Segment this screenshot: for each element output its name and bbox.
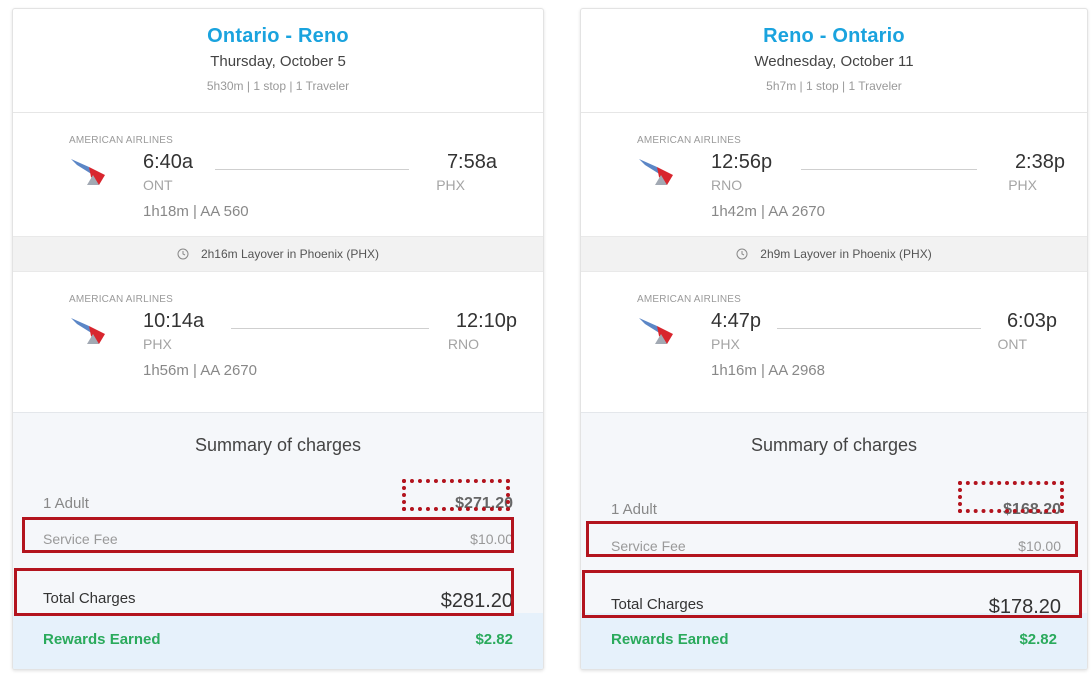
departure-time: 10:14a xyxy=(143,310,205,332)
arrival-airport: PHX xyxy=(436,177,465,193)
adult-fare-highlight xyxy=(958,481,1064,513)
departure-airport: RNO xyxy=(711,177,743,193)
american-airlines-logo-icon xyxy=(639,318,673,344)
summary-title: Summary of charges xyxy=(750,435,918,455)
rewards-label: Rewards Earned xyxy=(611,631,729,648)
american-airlines-logo-icon xyxy=(639,159,673,185)
route-line xyxy=(801,169,977,170)
trip-meta: 5h7m | 1 stop | 1 Traveler xyxy=(766,79,902,93)
adult-fare-label: 1 Adult xyxy=(43,495,89,512)
departure-airport: ONT xyxy=(143,177,173,193)
flight-details: 1h18m | AA 560 xyxy=(143,203,249,220)
rewards-label: Rewards Earned xyxy=(43,631,161,648)
flight-segment: AMERICAN AIRLINES 4:47p PHX 6:03p ONT 1h… xyxy=(581,272,1087,396)
departure-airport: PHX xyxy=(711,336,740,352)
total-charges-highlight xyxy=(14,568,514,616)
rewards-value: $2.82 xyxy=(475,631,513,648)
service-fee-highlight xyxy=(586,521,1078,557)
layover-text: 2h9m Layover in Phoenix (PHX) xyxy=(760,247,932,261)
layover-bar: 2h16m Layover in Phoenix (PHX) xyxy=(13,236,543,272)
flight-segment: AMERICAN AIRLINES 12:56p RNO 2:38p PHX 1… xyxy=(581,113,1087,236)
service-fee-highlight xyxy=(22,517,514,553)
arrival-airport: RNO xyxy=(447,336,479,352)
rewards-value: $2.82 xyxy=(1019,631,1057,648)
trip-date: Wednesday, October 11 xyxy=(754,53,914,70)
airline-name: AMERICAN AIRLINES xyxy=(637,135,741,146)
route-title: Reno - Ontario xyxy=(763,25,905,47)
arrival-time: 2:38p xyxy=(1014,151,1065,173)
arrival-airport: ONT xyxy=(997,336,1027,352)
departure-time: 12:56p xyxy=(711,151,773,173)
adult-fare-label: 1 Adult xyxy=(611,501,657,518)
route-title: Ontario - Reno xyxy=(207,25,349,47)
trip-date: Thursday, October 5 xyxy=(210,53,346,70)
departure-time: 4:47p xyxy=(711,310,762,332)
departure-airport: PHX xyxy=(143,336,172,352)
route-line xyxy=(777,328,981,329)
arrival-time: 12:10p xyxy=(455,310,517,332)
flight-segment: AMERICAN AIRLINES 6:40a ONT 7:58a PHX 1h… xyxy=(13,113,543,236)
clock-icon xyxy=(177,248,189,260)
arrival-time: 6:03p xyxy=(1006,310,1057,332)
american-airlines-logo-icon xyxy=(71,159,105,185)
airline-name: AMERICAN AIRLINES xyxy=(637,294,741,305)
route-line xyxy=(215,169,409,170)
total-charges-highlight xyxy=(582,570,1082,618)
american-airlines-logo-icon xyxy=(71,318,105,344)
airline-name: AMERICAN AIRLINES xyxy=(69,135,173,146)
clock-icon xyxy=(736,248,748,260)
trip-header: Reno - Ontario Wednesday, October 11 5h7… xyxy=(581,9,1087,113)
rewards-row: Rewards Earned $2.82 xyxy=(581,613,1087,669)
route-line xyxy=(231,328,429,329)
adult-fare-highlight xyxy=(402,479,510,511)
layover-bar: 2h9m Layover in Phoenix (PHX) xyxy=(581,236,1087,272)
rewards-row: Rewards Earned $2.82 xyxy=(13,613,543,669)
flight-details: 1h16m | AA 2968 xyxy=(711,362,825,379)
trip-meta: 5h30m | 1 stop | 1 Traveler xyxy=(206,79,350,93)
arrival-airport: PHX xyxy=(1008,177,1037,193)
layover-text: 2h16m Layover in Phoenix (PHX) xyxy=(200,247,380,261)
arrival-time: 7:58a xyxy=(446,151,497,173)
flight-segment: AMERICAN AIRLINES 10:14a PHX 12:10p RNO … xyxy=(13,272,543,396)
departure-time: 6:40a xyxy=(143,151,194,173)
flight-details: 1h42m | AA 2670 xyxy=(711,203,825,220)
trip-header: Ontario - Reno Thursday, October 5 5h30m… xyxy=(13,9,543,113)
summary-title: Summary of charges xyxy=(194,435,362,455)
airline-name: AMERICAN AIRLINES xyxy=(69,294,173,305)
flight-details: 1h56m | AA 2670 xyxy=(143,362,257,379)
